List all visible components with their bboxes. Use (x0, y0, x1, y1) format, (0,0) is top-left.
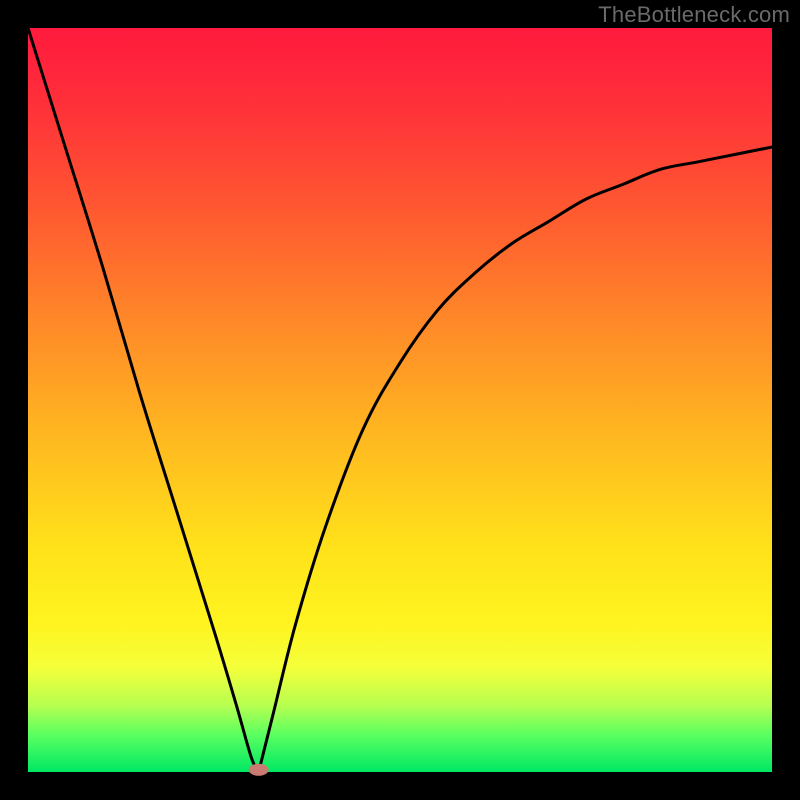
curve-left-branch (28, 28, 259, 772)
plot-area (28, 28, 772, 772)
chart-frame: TheBottleneck.com (0, 0, 800, 800)
curve-svg (28, 28, 772, 772)
curve-right-branch (259, 147, 772, 772)
watermark-text: TheBottleneck.com (598, 2, 790, 28)
minimum-marker (249, 764, 269, 776)
